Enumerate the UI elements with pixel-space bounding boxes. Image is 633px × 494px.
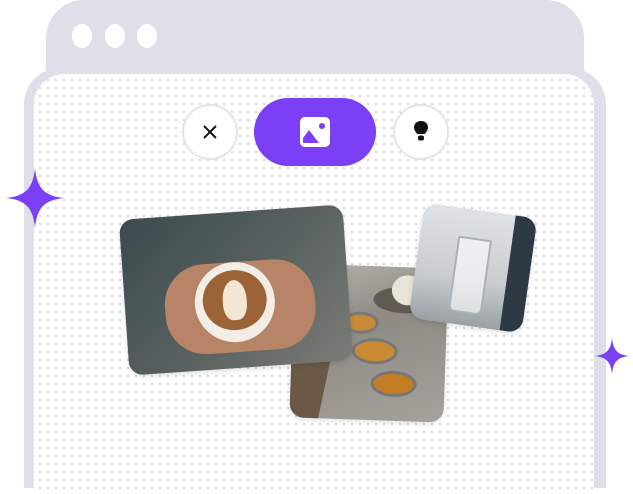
close-icon [203,125,217,139]
photo-latte-coffee [118,204,354,376]
sparkle-icon [6,168,64,228]
close-button[interactable] [182,104,238,160]
image-button[interactable] [254,98,376,166]
image-icon [300,117,330,147]
photo-glass-of-water [408,202,538,334]
lightbulb-button[interactable] [393,104,449,160]
window-dot-1 [72,24,92,48]
window-dot-3 [137,24,157,48]
lightbulb-icon [414,121,428,141]
sparkle-icon [594,338,630,374]
window-dot-2 [105,24,125,48]
